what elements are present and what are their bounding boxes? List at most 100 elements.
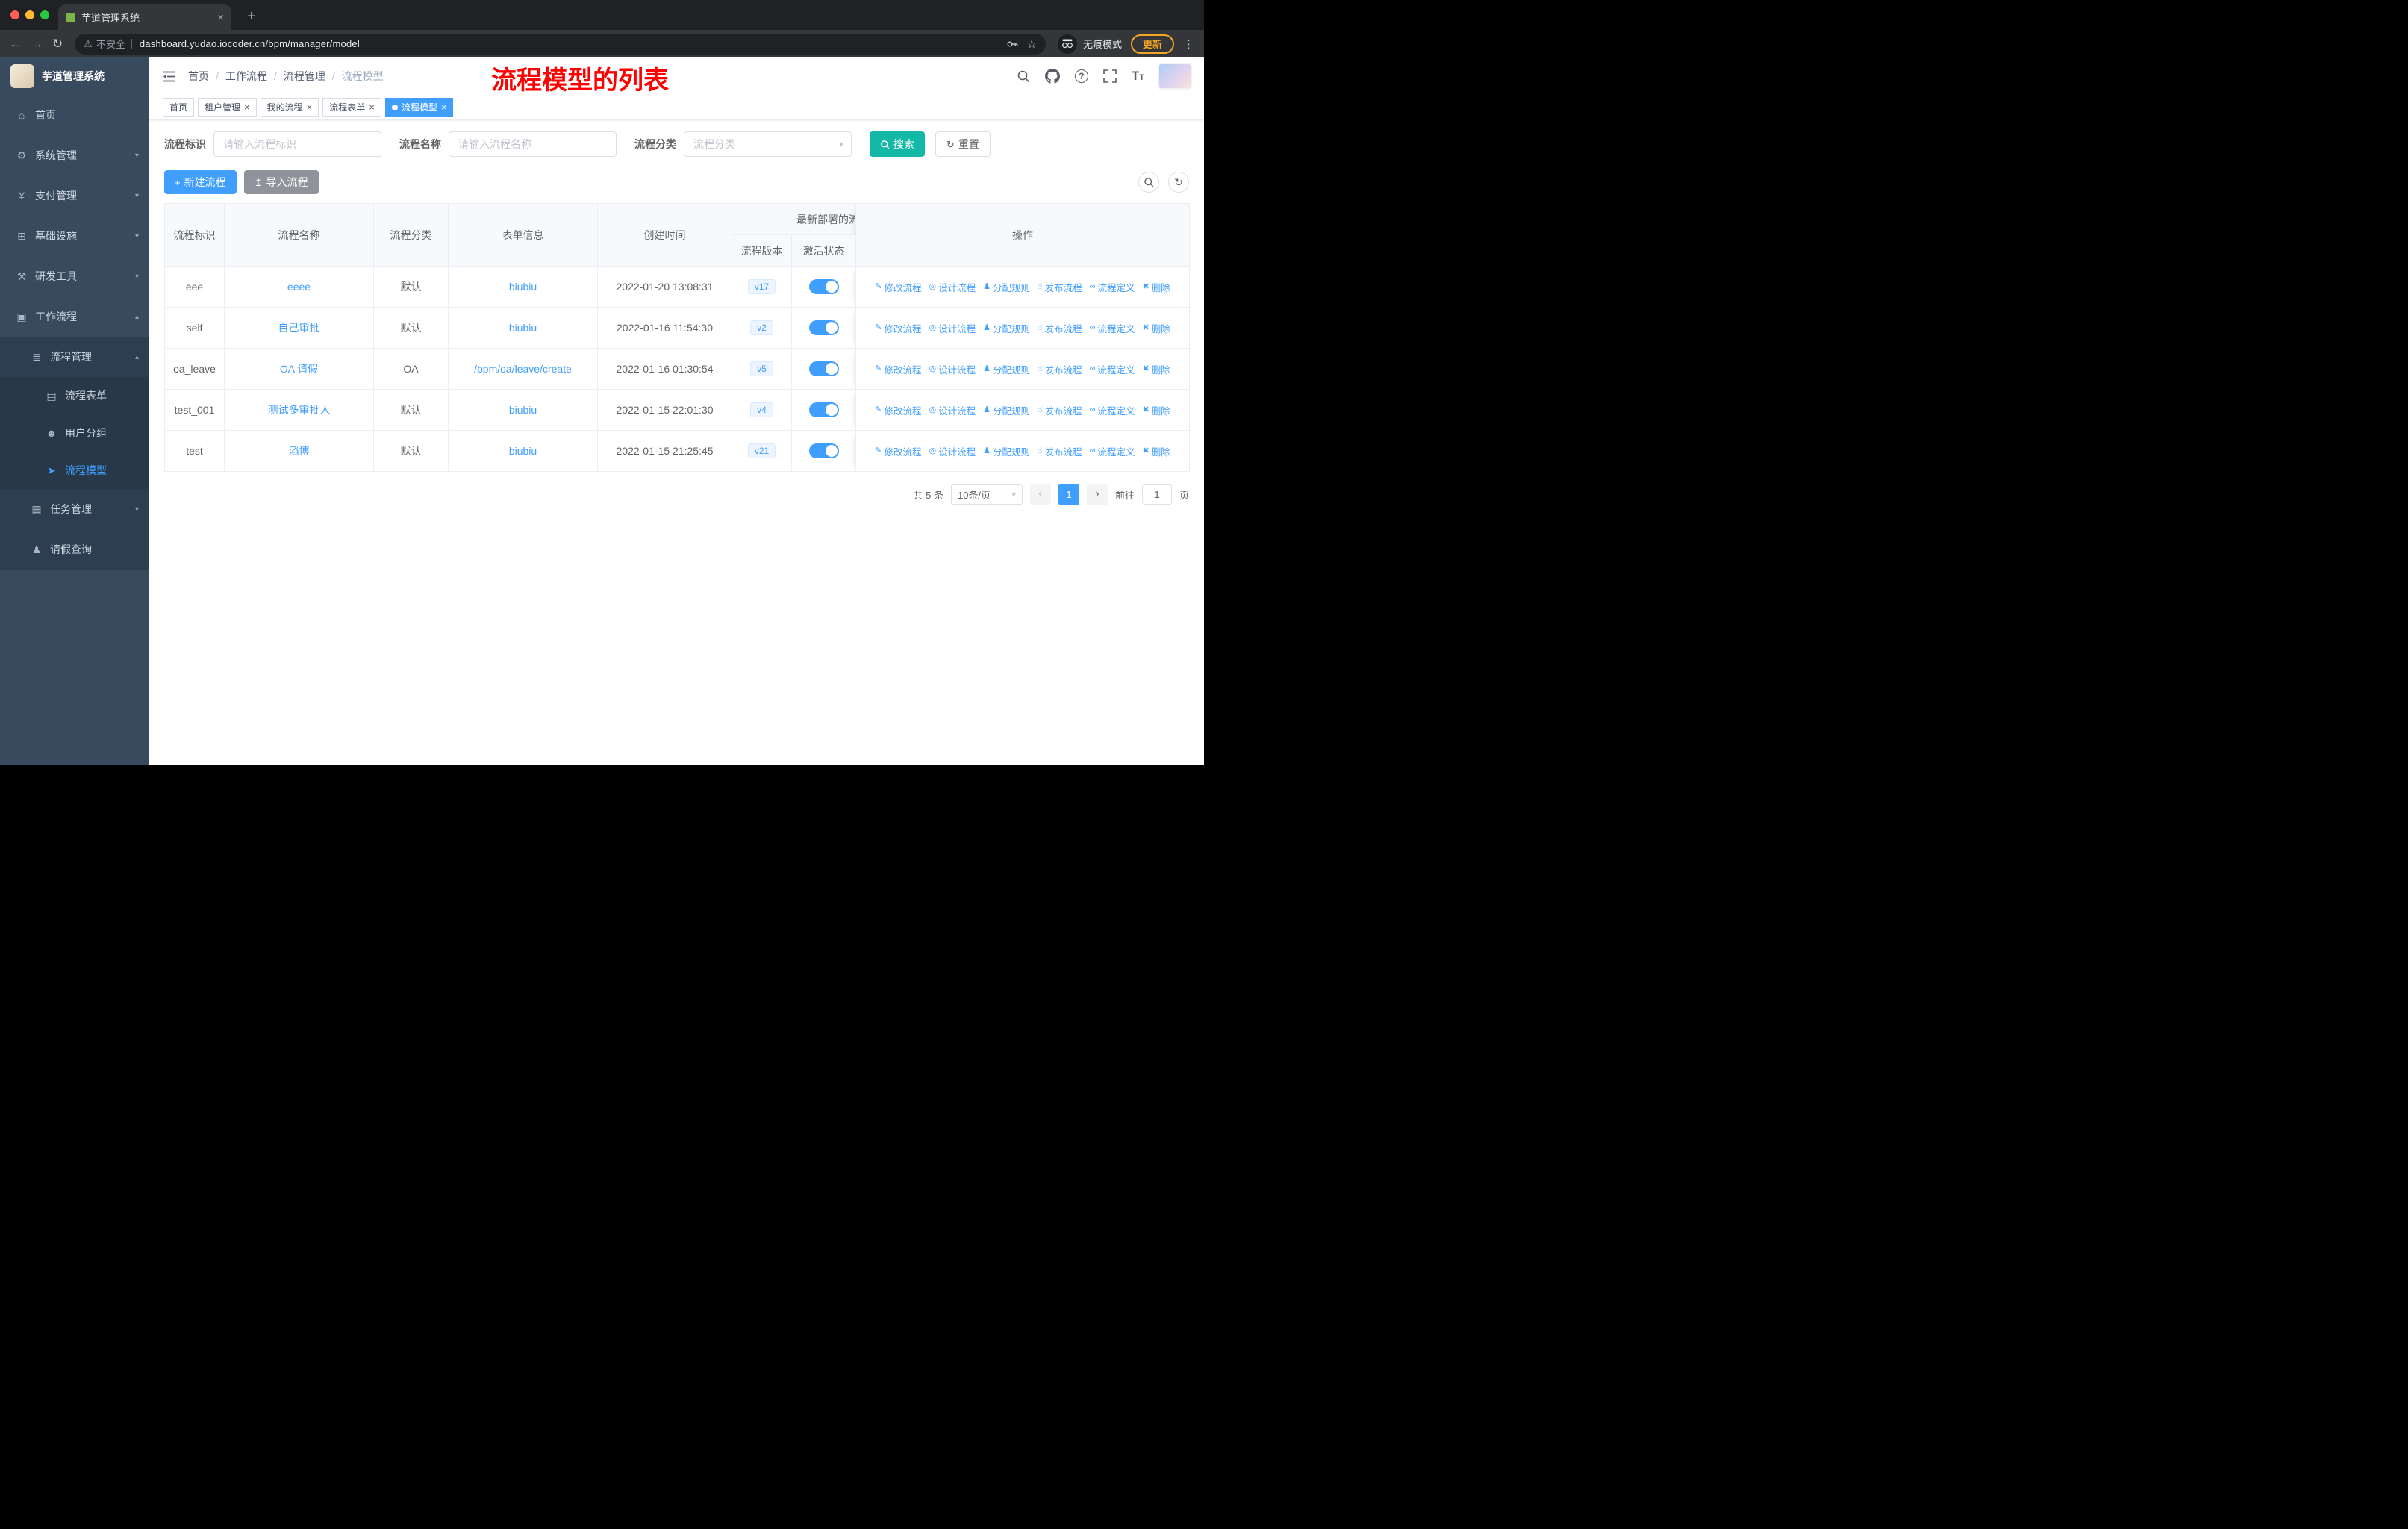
sidebar-item-user-group[interactable]: ☻ 用户分组	[0, 414, 149, 452]
tag-process-model[interactable]: 流程模型 ×	[384, 97, 454, 117]
page-number-1[interactable]: 1	[1058, 484, 1079, 505]
process-definition-link[interactable]: ∞ 流程定义	[1090, 321, 1135, 335]
delete-link[interactable]: ✖ 删除	[1143, 444, 1170, 458]
category-select[interactable]: 流程分类 ▾	[684, 131, 852, 157]
active-toggle[interactable]	[808, 279, 839, 294]
refresh-table-button[interactable]: ↻	[1168, 172, 1189, 193]
toggle-search-button[interactable]	[1138, 172, 1159, 193]
delete-link[interactable]: ✖ 删除	[1143, 280, 1170, 294]
browser-tab[interactable]: 芋道管理系统 ×	[58, 4, 231, 30]
prev-page-button[interactable]: ‹	[1029, 484, 1051, 505]
process-key-input[interactable]	[213, 131, 381, 157]
design-process-link[interactable]: ◎ 设计流程	[929, 362, 976, 376]
browser-menu-icon[interactable]: ⋮	[1183, 37, 1195, 51]
window-minimize-button[interactable]	[25, 10, 34, 19]
form-info-link[interactable]: biubiu	[509, 404, 537, 416]
sidebar-item-system-management[interactable]: ⚙ 系统管理 ▾	[0, 135, 149, 175]
version-badge[interactable]: v5	[750, 361, 773, 376]
version-badge[interactable]: v4	[750, 402, 773, 417]
search-icon[interactable]	[1017, 69, 1030, 83]
delete-link[interactable]: ✖ 删除	[1143, 403, 1170, 417]
key-icon[interactable]	[1006, 38, 1018, 50]
process-definition-link[interactable]: ∞ 流程定义	[1090, 403, 1135, 417]
github-icon[interactable]	[1044, 69, 1060, 84]
process-name-link[interactable]: 滔博	[289, 445, 310, 457]
tag-my-process[interactable]: 我的流程 ×	[260, 97, 319, 117]
breadcrumb-item[interactable]: 首页	[188, 69, 209, 84]
help-icon[interactable]: ?	[1074, 69, 1088, 83]
reload-button[interactable]: ↻	[52, 37, 63, 50]
import-process-button[interactable]: ↥ 导入流程	[243, 170, 319, 194]
sidebar-item-task-management[interactable]: ▦ 任务管理 ▾	[0, 489, 149, 529]
sidebar-item-dev-tools[interactable]: ⚒ 研发工具 ▾	[0, 256, 149, 296]
design-process-link[interactable]: ◎ 设计流程	[929, 280, 976, 294]
fullscreen-icon[interactable]	[1103, 69, 1117, 83]
user-avatar[interactable]	[1159, 64, 1191, 88]
form-info-link[interactable]: biubiu	[509, 281, 537, 293]
bookmark-star-icon[interactable]: ☆	[1027, 37, 1037, 51]
tag-close-icon[interactable]: ×	[307, 102, 313, 112]
process-name-link[interactable]: 自己审批	[278, 322, 320, 334]
url-text[interactable]: dashboard.yudao.iocoder.cn/bpm/manager/m…	[140, 38, 360, 49]
publish-process-link[interactable]: ☝ 发布流程	[1038, 444, 1082, 458]
breadcrumb-item[interactable]: 流程管理	[284, 69, 325, 84]
chrome-update-button[interactable]: 更新	[1130, 34, 1174, 54]
forward-button[interactable]: →	[31, 37, 43, 50]
active-toggle[interactable]	[808, 402, 839, 417]
security-label[interactable]: 不安全	[96, 37, 125, 51]
goto-page-input[interactable]	[1141, 484, 1172, 505]
sidebar-item-payment-management[interactable]: ¥ 支付管理 ▾	[0, 175, 149, 216]
tag-home[interactable]: 首页	[163, 97, 195, 117]
new-process-button[interactable]: + 新建流程	[164, 170, 237, 194]
tag-close-icon[interactable]: ×	[244, 102, 250, 112]
sidebar-item-process-form[interactable]: ▤ 流程表单	[0, 377, 149, 414]
modify-process-link[interactable]: ✎ 修改流程	[875, 362, 921, 376]
modify-process-link[interactable]: ✎ 修改流程	[875, 321, 921, 335]
breadcrumb-item[interactable]: 工作流程	[225, 69, 267, 84]
form-info-link[interactable]: biubiu	[509, 445, 537, 457]
menu-fold-icon[interactable]	[163, 71, 176, 82]
sidebar-item-process-management[interactable]: ≣ 流程管理 ▴	[0, 337, 149, 377]
tag-close-icon[interactable]: ×	[369, 102, 375, 112]
publish-process-link[interactable]: ☝ 发布流程	[1038, 362, 1082, 376]
process-name-input[interactable]	[449, 131, 617, 157]
reset-button[interactable]: ↻ 重置	[935, 131, 991, 157]
page-size-select[interactable]: 10条/页 ▾	[950, 484, 1023, 505]
design-process-link[interactable]: ◎ 设计流程	[929, 403, 976, 417]
assign-rule-link[interactable]: ♟ 分配规则	[983, 321, 1030, 335]
version-badge[interactable]: v21	[747, 443, 776, 458]
active-toggle[interactable]	[808, 320, 839, 335]
assign-rule-link[interactable]: ♟ 分配规则	[983, 362, 1030, 376]
sidebar-item-workflow[interactable]: ▣ 工作流程 ▴	[0, 296, 149, 337]
assign-rule-link[interactable]: ♟ 分配规则	[983, 280, 1030, 294]
back-button[interactable]: ←	[9, 37, 22, 50]
design-process-link[interactable]: ◎ 设计流程	[929, 444, 976, 458]
font-size-icon[interactable]: TT	[1132, 69, 1144, 84]
window-close-button[interactable]	[10, 10, 19, 19]
sidebar-item-infrastructure[interactable]: ⊞ 基础设施 ▾	[0, 216, 149, 256]
version-badge[interactable]: v2	[750, 320, 773, 335]
delete-link[interactable]: ✖ 删除	[1143, 321, 1170, 335]
process-definition-link[interactable]: ∞ 流程定义	[1090, 362, 1135, 376]
tag-process-form[interactable]: 流程表单 ×	[322, 97, 381, 117]
assign-rule-link[interactable]: ♟ 分配规则	[983, 444, 1030, 458]
new-tab-button[interactable]: +	[242, 7, 261, 26]
modify-process-link[interactable]: ✎ 修改流程	[875, 280, 921, 294]
assign-rule-link[interactable]: ♟ 分配规则	[983, 403, 1030, 417]
design-process-link[interactable]: ◎ 设计流程	[929, 321, 976, 335]
process-definition-link[interactable]: ∞ 流程定义	[1090, 444, 1135, 458]
tag-tenant-management[interactable]: 租户管理 ×	[198, 97, 257, 117]
process-definition-link[interactable]: ∞ 流程定义	[1090, 280, 1135, 294]
address-bar[interactable]: ⚠ 不安全 dashboard.yudao.iocoder.cn/bpm/man…	[75, 33, 1046, 55]
modify-process-link[interactable]: ✎ 修改流程	[875, 403, 921, 417]
publish-process-link[interactable]: ☝ 发布流程	[1038, 321, 1082, 335]
active-toggle[interactable]	[808, 361, 839, 376]
process-name-link[interactable]: OA 请假	[280, 363, 318, 375]
publish-process-link[interactable]: ☝ 发布流程	[1038, 280, 1082, 294]
process-name-link[interactable]: 测试多审批人	[268, 404, 331, 416]
search-button[interactable]: 搜索	[870, 131, 925, 157]
active-toggle[interactable]	[808, 443, 839, 458]
version-badge[interactable]: v17	[747, 279, 776, 294]
process-name-link[interactable]: eeee	[287, 281, 311, 293]
sidebar-item-leave-query[interactable]: ♟ 请假查询	[0, 529, 149, 570]
